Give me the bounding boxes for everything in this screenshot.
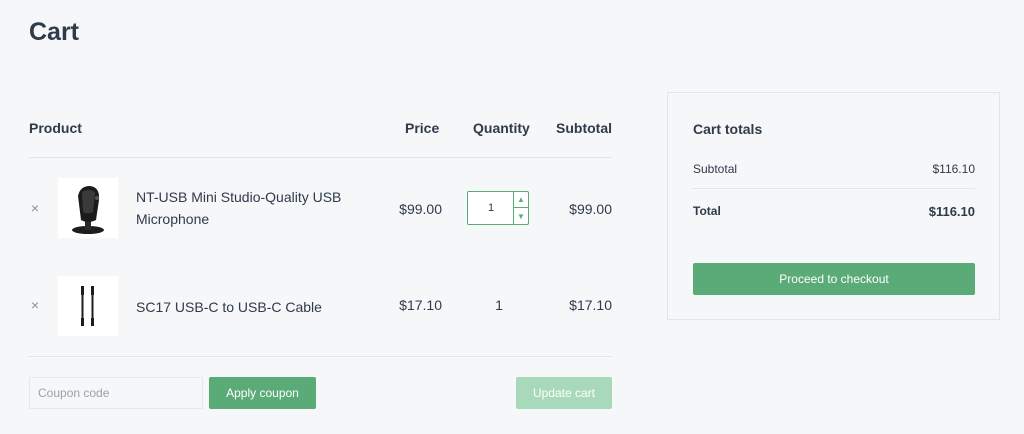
header-quantity: Quantity — [473, 120, 530, 136]
page-title: Cart — [29, 18, 80, 46]
product-price: $17.10 — [399, 297, 442, 313]
product-name-link[interactable]: NT-USB Mini Studio-Quality USB Microphon… — [136, 186, 366, 230]
update-cart-button[interactable]: Update cart — [516, 377, 612, 409]
divider — [693, 188, 975, 189]
product-quantity: 1 — [495, 297, 503, 313]
remove-item-icon[interactable]: × — [29, 297, 41, 313]
chevron-up-icon[interactable]: ▲ — [514, 192, 528, 207]
quantity-input[interactable] — [468, 192, 514, 224]
microphone-icon[interactable] — [58, 178, 118, 238]
cable-icon[interactable] — [58, 276, 118, 336]
table-row: × SC17 USB-C to USB-C Cable $17.10 1 $17… — [29, 258, 612, 357]
product-subtotal: $99.00 — [569, 201, 612, 217]
total-value: $116.10 — [928, 204, 975, 219]
header-product: Product — [29, 120, 82, 136]
apply-coupon-button[interactable]: Apply coupon — [209, 377, 316, 409]
quantity-stepper[interactable]: ▲ ▼ — [467, 191, 529, 225]
cart-table: Product Price Quantity Subtotal × NT-USB… — [29, 105, 612, 357]
header-subtotal: Subtotal — [556, 120, 612, 136]
product-name-link[interactable]: SC17 USB-C to USB-C Cable — [136, 296, 366, 318]
product-price: $99.00 — [399, 201, 442, 217]
remove-item-icon[interactable]: × — [29, 200, 41, 216]
quantity-spinner[interactable]: ▲ ▼ — [513, 192, 528, 224]
table-header: Product Price Quantity Subtotal — [29, 105, 612, 158]
subtotal-value: $116.10 — [932, 162, 976, 176]
coupon-code-input[interactable] — [29, 377, 203, 409]
subtotal-label: Subtotal — [693, 162, 738, 176]
cart-totals-panel: Cart totals Subtotal $116.10 Total $116.… — [667, 92, 1000, 320]
header-price: Price — [405, 120, 440, 136]
cart-totals-title: Cart totals — [693, 121, 763, 137]
chevron-down-icon[interactable]: ▼ — [514, 207, 528, 224]
proceed-to-checkout-button[interactable]: Proceed to checkout — [693, 263, 975, 295]
table-row: × NT-USB Mini Studio-Quality USB Microph… — [29, 158, 612, 258]
product-subtotal: $17.10 — [569, 297, 612, 313]
total-label: Total — [693, 204, 721, 218]
